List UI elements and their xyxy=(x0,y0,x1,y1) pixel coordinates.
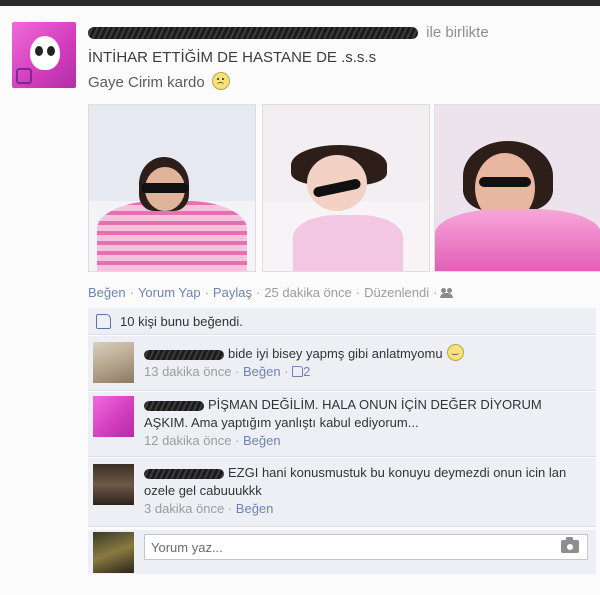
comment-input[interactable]: Yorum yaz... xyxy=(144,534,588,560)
comment-meta: 3 dakika önce · Beğen xyxy=(144,501,274,516)
comment-text: bide iyi bisey yapmş gibi anlatmyomu xyxy=(228,346,443,361)
post-photo-1[interactable] xyxy=(88,104,256,272)
post-author-avatar[interactable] xyxy=(12,22,76,88)
comment-avatar[interactable] xyxy=(93,342,134,383)
comment-avatar[interactable] xyxy=(93,464,134,505)
comment-meta: 12 dakika önce · Beğen xyxy=(144,433,281,448)
thumbs-up-icon xyxy=(292,366,304,377)
like-link[interactable]: Beğen xyxy=(88,285,126,300)
comment-text: PİŞMAN DEĞİLİM. HALA ONUN İÇİN DEĞER DİY… xyxy=(144,397,542,430)
comment-body: PİŞMAN DEĞİLİM. HALA ONUN İÇİN DEĞER DİY… xyxy=(144,396,584,450)
redacted-author xyxy=(144,349,224,360)
avatar-face xyxy=(30,36,60,70)
comment-text-line: bide iyi bisey yapmş gibi anlatmyomu xyxy=(144,344,584,363)
comment-input-placeholder: Yorum yaz... xyxy=(151,540,223,555)
redacted-names xyxy=(88,27,418,40)
comment-3: EZGI hani konusmustuk bu konuyu deymezdi… xyxy=(88,458,596,527)
avatar-badge xyxy=(16,68,32,84)
comment-composer: Yorum yaz... xyxy=(88,530,596,574)
comment-body: EZGI hani konusmustuk bu konuyu deymezdi… xyxy=(144,464,584,518)
redacted-author xyxy=(144,400,204,411)
comment-text-block: PİŞMAN DEĞİLİM. HALA ONUN İÇİN DEĞER DİY… xyxy=(144,396,584,432)
post-title: İNTİHAR ETTİĞİM DE HASTANE DE .s.s.s xyxy=(88,49,377,66)
comment-like-link[interactable]: Beğen xyxy=(243,364,281,379)
comment-time[interactable]: 3 dakika önce xyxy=(144,501,224,516)
redacted-author xyxy=(144,468,224,479)
post-subtitle-text: Gaye Cirim kardo xyxy=(88,74,205,91)
comment-time[interactable]: 13 dakika önce xyxy=(144,364,231,379)
comment-link[interactable]: Yorum Yap xyxy=(138,285,201,300)
likes-count-text[interactable]: 10 kişi bunu beğendi. xyxy=(120,314,243,329)
photo-censor-bar xyxy=(479,177,531,187)
post-subtitle: Gaye Cirim kardo xyxy=(88,72,230,91)
comment-like-link[interactable]: Beğen xyxy=(243,433,281,448)
camera-icon[interactable] xyxy=(561,537,579,553)
smile-icon xyxy=(446,344,464,361)
post-header-suffix: ile birlikte xyxy=(426,24,489,41)
composer-avatar xyxy=(93,532,134,573)
photo-censor-bar xyxy=(141,183,189,193)
comment-meta: 13 dakika önce · Beğen · 2 xyxy=(144,364,311,379)
comment-text-block: EZGI hani konusmustuk bu konuyu deymezdi… xyxy=(144,464,584,500)
post-header: ile birlikte xyxy=(88,24,489,41)
comment-time[interactable]: 12 dakika önce xyxy=(144,433,231,448)
photo-blanket xyxy=(435,209,600,271)
sad-face-icon xyxy=(211,72,230,90)
share-link[interactable]: Paylaş xyxy=(213,285,252,300)
thumbs-up-icon xyxy=(96,314,111,329)
comment-like-count[interactable]: 2 xyxy=(303,364,310,379)
edited-label[interactable]: Düzenlendi xyxy=(364,285,429,300)
comment-2: PİŞMAN DEĞİLİM. HALA ONUN İÇİN DEĞER DİY… xyxy=(88,392,596,457)
likes-summary: 10 kişi bunu beğendi. xyxy=(88,308,596,335)
photo-blanket xyxy=(293,215,403,271)
comment-body: bide iyi bisey yapmş gibi anlatmyomu 13 … xyxy=(144,344,584,381)
people-icon[interactable] xyxy=(440,288,454,298)
post-photo-2[interactable] xyxy=(262,104,430,272)
comment-like-link[interactable]: Beğen xyxy=(236,501,274,516)
comment-1: bide iyi bisey yapmş gibi anlatmyomu 13 … xyxy=(88,336,596,391)
photo-shirt xyxy=(97,201,247,271)
post-photo-3[interactable] xyxy=(434,104,600,272)
post-actions: Beğen · Yorum Yap · Paylaş · 25 dakika önce · Dü… xyxy=(88,285,454,300)
post-time[interactable]: 25 dakika önce xyxy=(264,285,351,300)
top-bar xyxy=(0,0,600,6)
comment-avatar[interactable] xyxy=(93,396,134,437)
